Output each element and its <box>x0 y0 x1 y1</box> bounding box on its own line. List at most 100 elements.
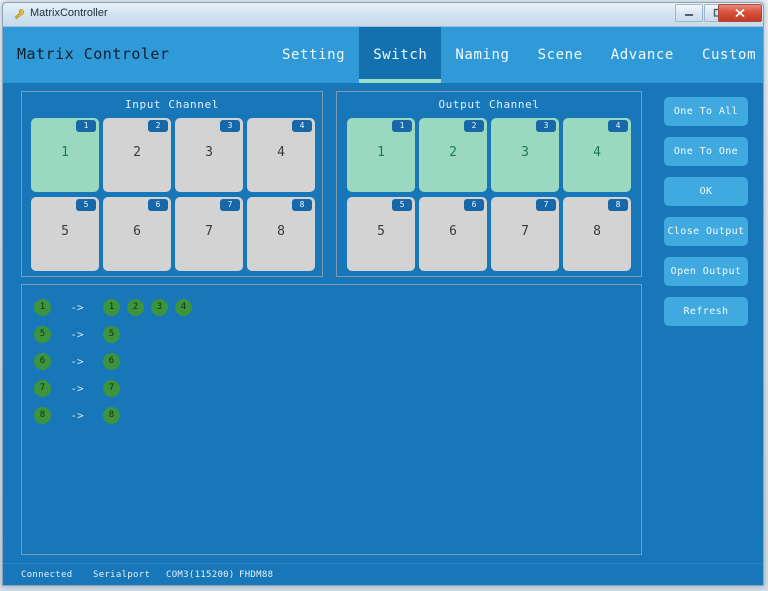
input-channel-tile-7[interactable]: 77 <box>175 197 243 271</box>
routing-target-dot: 4 <box>175 299 192 316</box>
routing-target-dot: 3 <box>151 299 168 316</box>
input-channel-panel: Input Channel 1122334455667788 <box>21 91 323 277</box>
channel-number: 8 <box>277 224 285 239</box>
channel-number: 6 <box>133 224 141 239</box>
channel-number: 5 <box>377 224 385 239</box>
key-icon <box>14 8 24 20</box>
routing-arrow-icon: -> <box>70 409 84 422</box>
channel-badge: 4 <box>292 120 312 132</box>
output-channel-tile-2[interactable]: 22 <box>419 118 487 192</box>
routing-target-dot: 7 <box>103 380 120 397</box>
routing-row: 7 -> 7 <box>34 376 633 401</box>
channel-number: 3 <box>205 145 213 160</box>
output-channel-tile-5[interactable]: 55 <box>347 197 415 271</box>
routing-arrow-icon: -> <box>70 382 84 395</box>
routing-target-dot: 1 <box>103 299 120 316</box>
output-channel-tile-7[interactable]: 77 <box>491 197 559 271</box>
channel-number: 1 <box>61 145 69 160</box>
input-channel-tile-8[interactable]: 88 <box>247 197 315 271</box>
tab-custom[interactable]: Custom <box>688 27 763 83</box>
output-channel-title: Output Channel <box>438 98 540 111</box>
routing-source-dot: 1 <box>34 299 51 316</box>
status-model: FHDM88 <box>239 570 274 580</box>
routing-source-dot: 7 <box>34 380 51 397</box>
channel-badge: 1 <box>392 120 412 132</box>
channel-badge: 4 <box>608 120 628 132</box>
channel-badge: 1 <box>76 120 96 132</box>
output-channel-tile-1[interactable]: 11 <box>347 118 415 192</box>
minimize-button[interactable] <box>675 4 703 22</box>
input-channel-tile-1[interactable]: 11 <box>31 118 99 192</box>
open-output-button[interactable]: Open Output <box>664 257 748 286</box>
action-button-column: One To All One To One OK Close Output Open O… <box>664 97 748 337</box>
routing-panel: 1 -> 1 2 3 4 5 -> 5 6 -> 6 7 -> 7 8 -> 8 <box>21 284 642 555</box>
input-channel-tile-4[interactable]: 44 <box>247 118 315 192</box>
channel-badge: 8 <box>292 199 312 211</box>
channel-number: 1 <box>377 145 385 160</box>
status-connection: Connected <box>21 570 73 580</box>
status-bar: Connected Serialport COM3(115200) FHDM88 <box>3 563 763 585</box>
one-to-all-button[interactable]: One To All <box>664 97 748 126</box>
channel-number: 4 <box>593 145 601 160</box>
input-channel-grid: 1122334455667788 <box>31 118 315 271</box>
channel-badge: 3 <box>536 120 556 132</box>
input-channel-tile-3[interactable]: 33 <box>175 118 243 192</box>
tab-setting[interactable]: Setting <box>268 27 359 83</box>
output-channel-tile-4[interactable]: 44 <box>563 118 631 192</box>
channel-number: 2 <box>133 145 141 160</box>
tab-scene[interactable]: Scene <box>524 27 597 83</box>
routing-target-group: 5 <box>103 326 120 343</box>
routing-row: 8 -> 8 <box>34 403 633 428</box>
tab-switch[interactable]: Switch <box>359 27 442 83</box>
routing-arrow-icon: -> <box>70 301 84 314</box>
status-interface: Serialport <box>93 570 151 580</box>
close-button[interactable] <box>718 4 762 22</box>
channel-number: 8 <box>593 224 601 239</box>
routing-target-dot: 2 <box>127 299 144 316</box>
channel-badge: 2 <box>148 120 168 132</box>
routing-target-group: 8 <box>103 407 120 424</box>
channel-badge: 8 <box>608 199 628 211</box>
one-to-one-button[interactable]: One To One <box>664 137 748 166</box>
close-output-button[interactable]: Close Output <box>664 217 748 246</box>
channel-number: 4 <box>277 145 285 160</box>
routing-target-group: 7 <box>103 380 120 397</box>
channel-badge: 5 <box>392 199 412 211</box>
input-channel-tile-2[interactable]: 22 <box>103 118 171 192</box>
channel-badge: 6 <box>148 199 168 211</box>
main-content: Input Channel 1122334455667788 Output Ch… <box>3 83 763 563</box>
page-title: Matrix Controler <box>17 45 170 63</box>
channel-number: 3 <box>521 145 529 160</box>
output-channel-tile-8[interactable]: 88 <box>563 197 631 271</box>
input-channel-tile-6[interactable]: 66 <box>103 197 171 271</box>
routing-target-dot: 8 <box>103 407 120 424</box>
channel-badge: 6 <box>464 199 484 211</box>
output-channel-tile-3[interactable]: 33 <box>491 118 559 192</box>
input-channel-tile-5[interactable]: 55 <box>31 197 99 271</box>
routing-list: 1 -> 1 2 3 4 5 -> 5 6 -> 6 7 -> 7 8 -> 8 <box>34 295 633 430</box>
channel-number: 2 <box>449 145 457 160</box>
channel-number: 6 <box>449 224 457 239</box>
channel-badge: 3 <box>220 120 240 132</box>
routing-source-dot: 6 <box>34 353 51 370</box>
tab-naming[interactable]: Naming <box>441 27 523 83</box>
output-channel-tile-6[interactable]: 66 <box>419 197 487 271</box>
output-channel-grid: 1122334455667788 <box>347 118 631 271</box>
channel-badge: 5 <box>76 199 96 211</box>
tab-advance[interactable]: Advance <box>597 27 688 83</box>
refresh-button[interactable]: Refresh <box>664 297 748 326</box>
channel-badge: 2 <box>464 120 484 132</box>
status-port: COM3(115200) <box>166 570 235 580</box>
window-title-bar[interactable]: MatrixController <box>3 3 763 27</box>
main-tab-bar: Setting Switch Naming Scene Advance Cust… <box>268 27 763 83</box>
routing-target-dot: 5 <box>103 326 120 343</box>
channel-badge: 7 <box>220 199 240 211</box>
application-window: MatrixController Matrix Controler Settin… <box>2 2 764 586</box>
channel-number: 7 <box>205 224 213 239</box>
ok-button[interactable]: OK <box>664 177 748 206</box>
channel-badge: 7 <box>536 199 556 211</box>
routing-target-group: 1234 <box>103 299 192 316</box>
routing-arrow-icon: -> <box>70 328 84 341</box>
routing-source-dot: 8 <box>34 407 51 424</box>
window-title: MatrixController <box>30 7 108 19</box>
